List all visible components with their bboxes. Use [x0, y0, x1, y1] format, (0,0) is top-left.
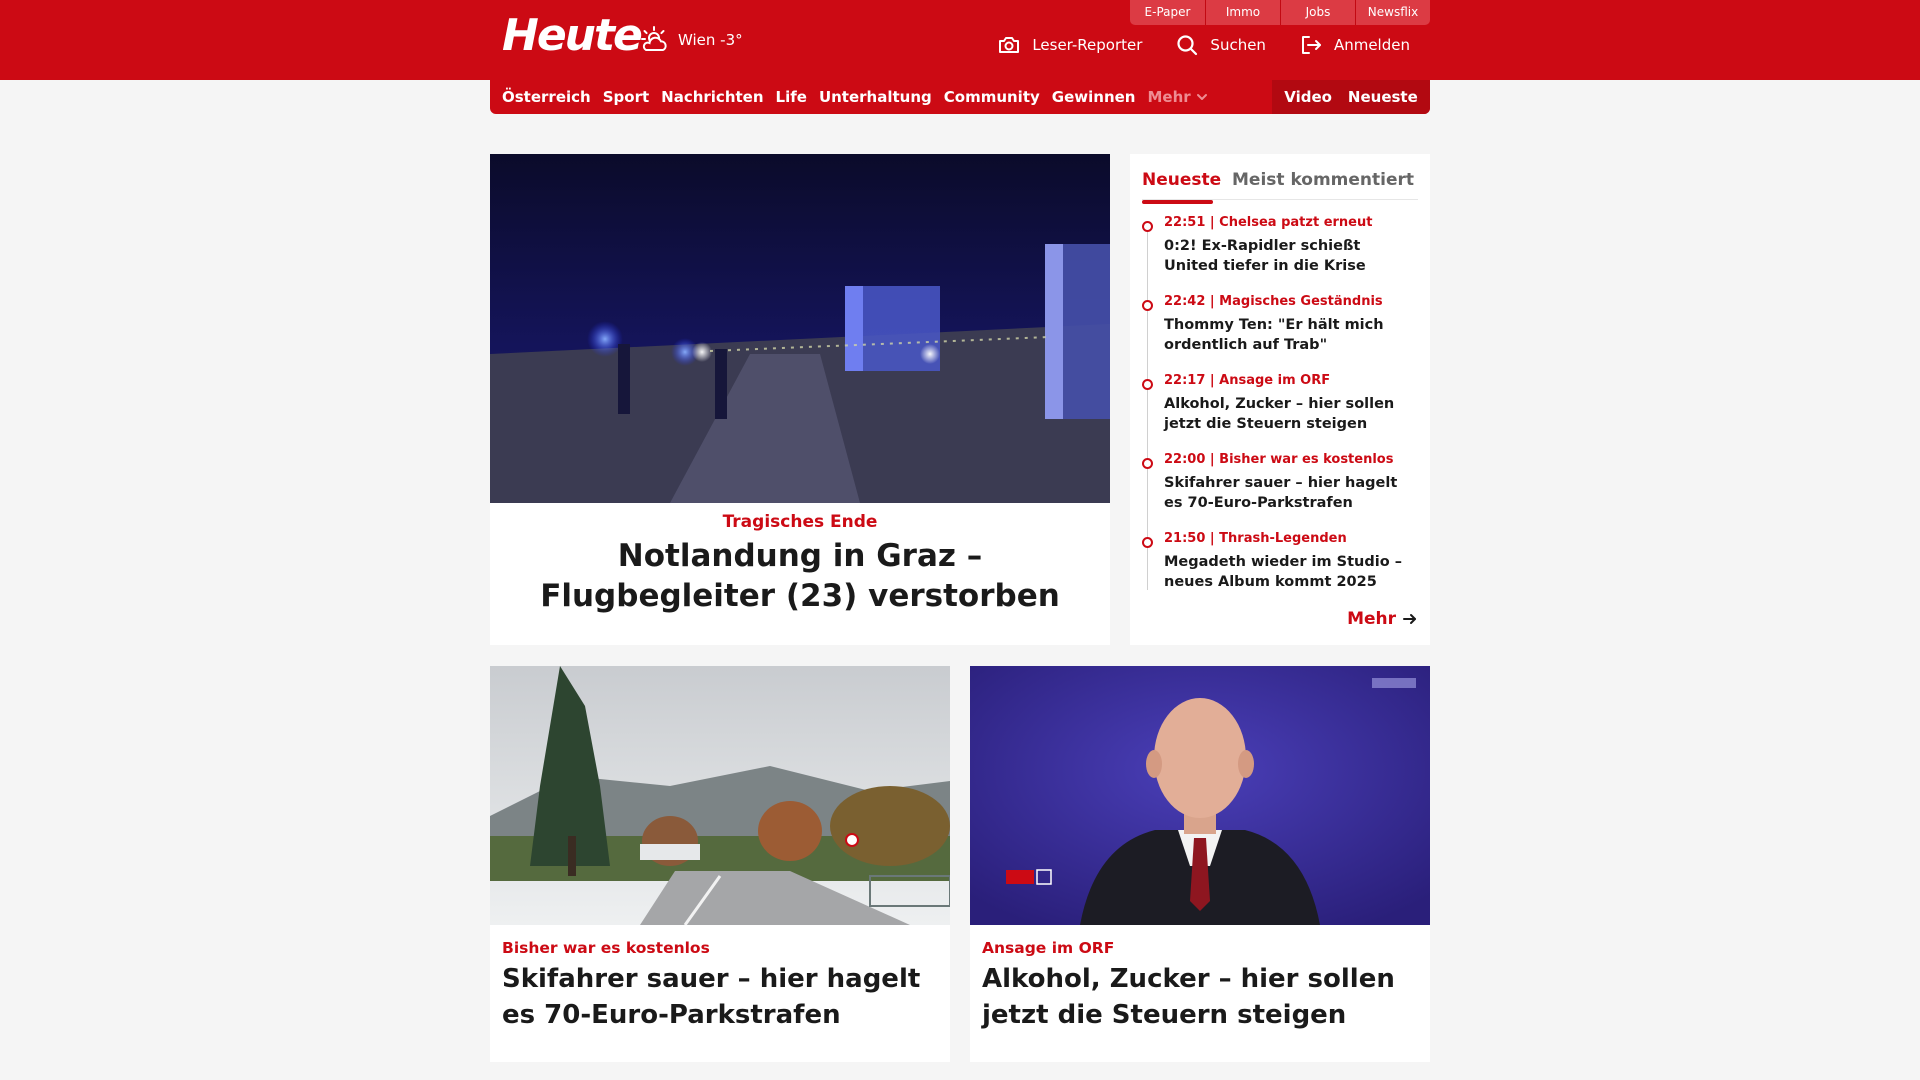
hero-article[interactable]: Tragisches Ende Notlandung in Graz – Flu…	[490, 154, 1110, 645]
weather-label: Wien -3°	[678, 31, 743, 49]
service-tab-epaper[interactable]: E-Paper	[1130, 0, 1205, 25]
hero-headline[interactable]: Notlandung in Graz – Flugbegleiter (23) …	[500, 536, 1100, 616]
news-sidebar: Neueste Meist kommentiert 22:51 | Chelse…	[1130, 154, 1430, 645]
feed-item-title[interactable]: Thommy Ten: "Er hält mich ordentlich auf…	[1164, 315, 1416, 355]
nav-item-sport[interactable]: Sport	[603, 88, 649, 106]
nav-item-community[interactable]: Community	[944, 88, 1040, 106]
leser-reporter-label: Leser-Reporter	[1032, 36, 1143, 54]
nav-more-dropdown[interactable]: Mehr	[1147, 88, 1208, 106]
feed-item-meta: 22:17 | Ansage im ORF	[1164, 373, 1331, 388]
timeline-dot-icon	[1142, 379, 1153, 390]
timeline-dot-icon	[1142, 458, 1153, 469]
article-image[interactable]	[970, 666, 1430, 925]
nav-item-neueste[interactable]: Neueste	[1348, 88, 1418, 106]
nav-item-gewinnen[interactable]: Gewinnen	[1052, 88, 1136, 106]
article-card[interactable]: Bisher war es kostenlos Skifahrer sauer …	[490, 666, 950, 1062]
feed-item-title[interactable]: Alkohol, Zucker – hier sollen jetzt die …	[1164, 394, 1416, 434]
sidebar-tabs: Neueste Meist kommentiert	[1142, 162, 1418, 204]
chevron-down-icon	[1196, 94, 1207, 100]
site-header: Heute Wien -3° E-Paper Immo Jobs Newsfli…	[0, 0, 1920, 80]
tab-meist-kommentiert[interactable]: Meist kommentiert	[1232, 170, 1414, 190]
hero-image[interactable]	[490, 154, 1110, 503]
arrow-right-icon	[1403, 614, 1416, 624]
feed-item-title[interactable]: 0:2! Ex-Rapidler schießt United tiefer i…	[1164, 236, 1416, 276]
login-button[interactable]: Anmelden	[1300, 34, 1410, 56]
nav-more-label: Mehr	[1147, 88, 1191, 106]
nav-item-oesterreich[interactable]: Österreich	[502, 88, 591, 106]
camera-icon	[999, 37, 1020, 53]
feed-item-meta: 21:50 | Thrash-Legenden	[1164, 531, 1347, 546]
nav-item-unterhaltung[interactable]: Unterhaltung	[819, 88, 932, 106]
sidebar-more-link[interactable]: Mehr	[1347, 609, 1418, 629]
sidebar-more-label: Mehr	[1347, 609, 1396, 629]
search-button[interactable]: Suchen	[1176, 34, 1266, 56]
card-kicker: Ansage im ORF	[982, 939, 1115, 957]
tab-neueste[interactable]: Neueste	[1142, 170, 1221, 204]
weather-sun-cloud-icon	[641, 26, 667, 51]
header-inner: Heute Wien -3° E-Paper Immo Jobs Newsfli…	[490, 0, 1430, 80]
feed-item-title[interactable]: Skifahrer sauer – hier hagelt es 70-Euro…	[1164, 473, 1416, 513]
feed-item-meta: 22:42 | Magisches Geständnis	[1164, 294, 1383, 309]
nav-items: Österreich Sport Nachrichten Life Unterh…	[502, 80, 1221, 114]
leser-reporter-button[interactable]: Leser-Reporter	[998, 35, 1142, 55]
feed-item-meta: 22:00 | Bisher war es kostenlos	[1164, 452, 1394, 467]
parking-road-scene	[490, 666, 950, 925]
nav-right-group: Video Neueste	[1272, 80, 1430, 114]
search-label: Suchen	[1210, 36, 1266, 54]
header-actions: Leser-Reporter Suchen Anmelden	[998, 34, 1410, 56]
card-kicker: Bisher war es kostenlos	[502, 939, 710, 957]
nav-item-life[interactable]: Life	[776, 88, 807, 106]
main-navigation: Österreich Sport Nachrichten Life Unterh…	[490, 80, 1430, 114]
service-tab-jobs[interactable]: Jobs	[1280, 0, 1355, 25]
timeline-dot-icon	[1142, 221, 1153, 232]
feed-item-meta: 22:51 | Chelsea patzt erneut	[1164, 215, 1373, 230]
article-image[interactable]	[490, 666, 950, 925]
card-headline[interactable]: Skifahrer sauer – hier hagelt es 70-Euro…	[502, 961, 942, 1033]
service-tabs: E-Paper Immo Jobs Newsflix	[1130, 0, 1430, 25]
tv-interview-scene	[970, 666, 1430, 925]
timeline-dot-icon	[1142, 300, 1153, 311]
timeline-line	[1147, 230, 1148, 590]
login-icon	[1301, 36, 1321, 54]
timeline-dot-icon	[1142, 537, 1153, 548]
search-icon	[1177, 35, 1198, 56]
service-tab-immo[interactable]: Immo	[1205, 0, 1280, 25]
card-headline[interactable]: Alkohol, Zucker – hier sollen jetzt die …	[982, 961, 1422, 1033]
weather-widget[interactable]: Wien -3°	[638, 24, 743, 56]
hero-kicker: Tragisches Ende	[722, 512, 878, 532]
article-card[interactable]: Ansage im ORF Alkohol, Zucker – hier sol…	[970, 666, 1430, 1062]
site-logo[interactable]: Heute	[502, 10, 643, 62]
service-tab-newsflix[interactable]: Newsflix	[1355, 0, 1430, 25]
feed-item-title[interactable]: Megadeth wieder im Studio – neues Album …	[1164, 552, 1416, 592]
login-label: Anmelden	[1333, 36, 1410, 54]
night-runway-scene	[490, 154, 1110, 503]
nav-item-video[interactable]: Video	[1284, 88, 1332, 106]
nav-item-nachrichten[interactable]: Nachrichten	[661, 88, 763, 106]
